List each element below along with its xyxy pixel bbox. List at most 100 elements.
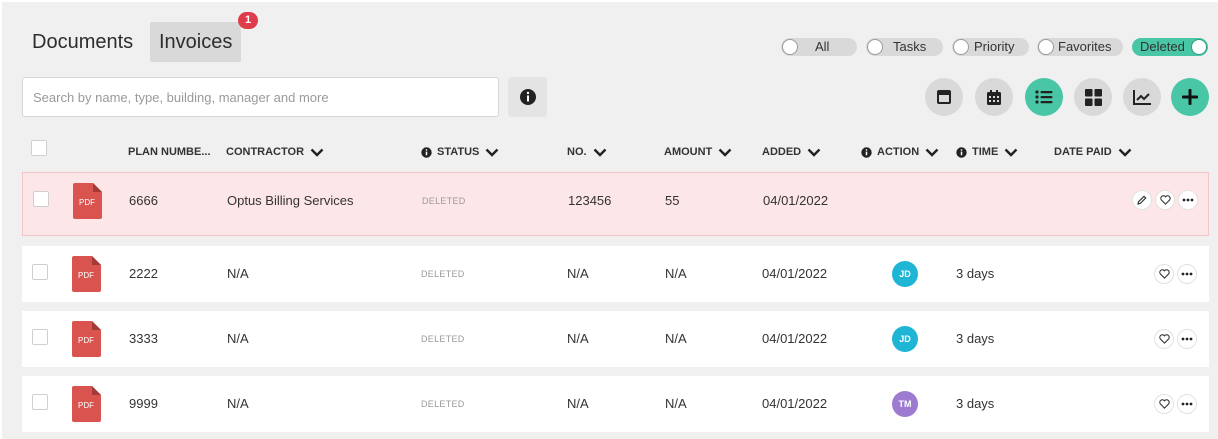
calendar-icon xyxy=(987,89,1001,105)
cell-plan-number: 6666 xyxy=(129,193,158,208)
column-label: ACTION xyxy=(877,146,920,158)
filter-label-tasks: Tasks xyxy=(893,39,927,54)
cell-status: DELETED xyxy=(421,334,465,344)
info-icon xyxy=(421,146,432,158)
table-row[interactable]: PDF 6666 Optus Billing Services DELETED … xyxy=(22,172,1209,236)
column-label: CONTRACTOR xyxy=(226,146,305,158)
toggle-knob xyxy=(867,39,883,55)
cell-added: 04/01/2022 xyxy=(762,266,828,281)
cell-no: N/A xyxy=(567,396,589,411)
column-header-time[interactable]: TIME xyxy=(956,140,1018,164)
row-checkbox[interactable] xyxy=(33,191,49,207)
filter-toggle-priority[interactable]: Priority xyxy=(952,38,1029,56)
more-options-button[interactable] xyxy=(1178,190,1198,210)
select-all-checkbox[interactable] xyxy=(31,140,47,156)
search-input[interactable] xyxy=(22,77,499,117)
filter-toggle-favorites[interactable]: Favorites xyxy=(1037,38,1123,56)
tab-documents[interactable]: Documents xyxy=(23,22,142,62)
pdf-file-icon: PDF xyxy=(72,321,101,357)
filter-toggle-tasks[interactable]: Tasks xyxy=(866,38,943,56)
more-dots-icon xyxy=(1181,337,1193,341)
cell-time: 3 days xyxy=(956,331,995,346)
pencil-icon xyxy=(1137,195,1147,205)
column-label: DATE PAID xyxy=(1054,146,1112,158)
favorite-button[interactable] xyxy=(1154,264,1174,284)
column-label: ADDED xyxy=(762,146,802,158)
table-row[interactable]: PDF 3333 N/A DELETED N/A N/A 04/01/2022 … xyxy=(22,311,1209,367)
filter-toggle-all[interactable]: All xyxy=(781,38,857,56)
column-header-contractor[interactable]: CONTRACTOR xyxy=(226,140,324,164)
row-checkbox[interactable] xyxy=(32,329,48,345)
row-checkbox[interactable] xyxy=(32,394,48,410)
grid-view-icon xyxy=(1084,88,1102,106)
favorite-button[interactable] xyxy=(1154,394,1174,414)
filter-toggle-deleted[interactable]: Deleted xyxy=(1132,38,1208,56)
toggle-knob xyxy=(1038,39,1054,55)
card-view-button[interactable] xyxy=(925,78,963,116)
cell-plan-number: 3333 xyxy=(129,331,158,346)
column-label: STATUS xyxy=(437,146,480,158)
filter-label-priority: Priority xyxy=(974,39,1015,54)
row-checkbox[interactable] xyxy=(32,264,48,280)
cell-amount: N/A xyxy=(665,396,687,411)
avatar[interactable]: JD xyxy=(892,326,918,352)
more-options-button[interactable] xyxy=(1177,329,1197,349)
cell-contractor: N/A xyxy=(227,331,249,346)
file-type-label: PDF xyxy=(78,336,94,345)
cell-no: N/A xyxy=(567,266,589,281)
avatar[interactable]: JD xyxy=(892,261,918,287)
avatar[interactable]: TM xyxy=(892,391,918,417)
card-view-icon xyxy=(937,90,951,104)
cell-contractor: Optus Billing Services xyxy=(227,193,354,208)
edit-button[interactable] xyxy=(1132,190,1152,210)
file-type-label: PDF xyxy=(78,271,94,280)
cell-added: 04/01/2022 xyxy=(762,396,828,411)
cell-status: DELETED xyxy=(421,269,465,279)
column-header-no[interactable]: NO. xyxy=(567,140,607,164)
favorite-button[interactable] xyxy=(1155,190,1175,210)
cell-plan-number: 9999 xyxy=(129,396,158,411)
more-dots-icon xyxy=(1181,272,1193,276)
column-header-added[interactable]: ADDED xyxy=(762,140,821,164)
chart-view-button[interactable] xyxy=(1123,78,1161,116)
favorite-button[interactable] xyxy=(1154,329,1174,349)
column-header-action[interactable]: ACTION xyxy=(861,140,939,164)
list-view-button[interactable] xyxy=(1025,78,1063,116)
cell-added: 04/01/2022 xyxy=(762,331,828,346)
column-header-amount[interactable]: AMOUNT xyxy=(664,140,732,164)
cell-contractor: N/A xyxy=(227,266,249,281)
heart-icon xyxy=(1158,269,1170,279)
chevron-down-icon xyxy=(310,148,324,157)
column-header-date-paid[interactable]: DATE PAID xyxy=(1054,140,1132,164)
filter-label-all: All xyxy=(815,39,830,54)
add-icon xyxy=(1182,89,1198,105)
cell-no: N/A xyxy=(567,331,589,346)
app-canvas: Documents Invoices 1 All Tasks Priority … xyxy=(0,0,1218,439)
column-label: NO. xyxy=(567,146,587,158)
cell-status: DELETED xyxy=(422,196,466,206)
add-button[interactable] xyxy=(1171,78,1209,116)
cell-plan-number: 2222 xyxy=(129,266,158,281)
tab-invoices[interactable]: Invoices xyxy=(150,22,242,62)
file-type-label: PDF xyxy=(79,198,95,207)
cell-status: DELETED xyxy=(421,399,465,409)
column-label: AMOUNT xyxy=(664,146,713,158)
search-info-button[interactable] xyxy=(508,77,547,117)
cell-amount: N/A xyxy=(665,266,687,281)
column-header-status[interactable]: STATUS xyxy=(421,140,499,164)
grid-view-button[interactable] xyxy=(1074,78,1112,116)
file-type-label: PDF xyxy=(78,401,94,410)
cell-time: 3 days xyxy=(956,266,995,281)
table-row[interactable]: PDF 2222 N/A DELETED N/A N/A 04/01/2022 … xyxy=(22,246,1209,302)
info-icon xyxy=(956,146,967,158)
cell-added: 04/01/2022 xyxy=(763,193,829,208)
table-row[interactable]: PDF 9999 N/A DELETED N/A N/A 04/01/2022 … xyxy=(22,376,1209,432)
chevron-down-icon xyxy=(807,148,821,157)
chevron-down-icon xyxy=(593,148,606,157)
more-options-button[interactable] xyxy=(1177,394,1197,414)
column-header-plan-number[interactable]: PLAN NUMBE... xyxy=(128,140,211,164)
cell-no: 123456 xyxy=(568,193,612,208)
pdf-file-icon: PDF xyxy=(73,183,102,219)
more-options-button[interactable] xyxy=(1177,264,1197,284)
calendar-view-button[interactable] xyxy=(975,78,1013,116)
